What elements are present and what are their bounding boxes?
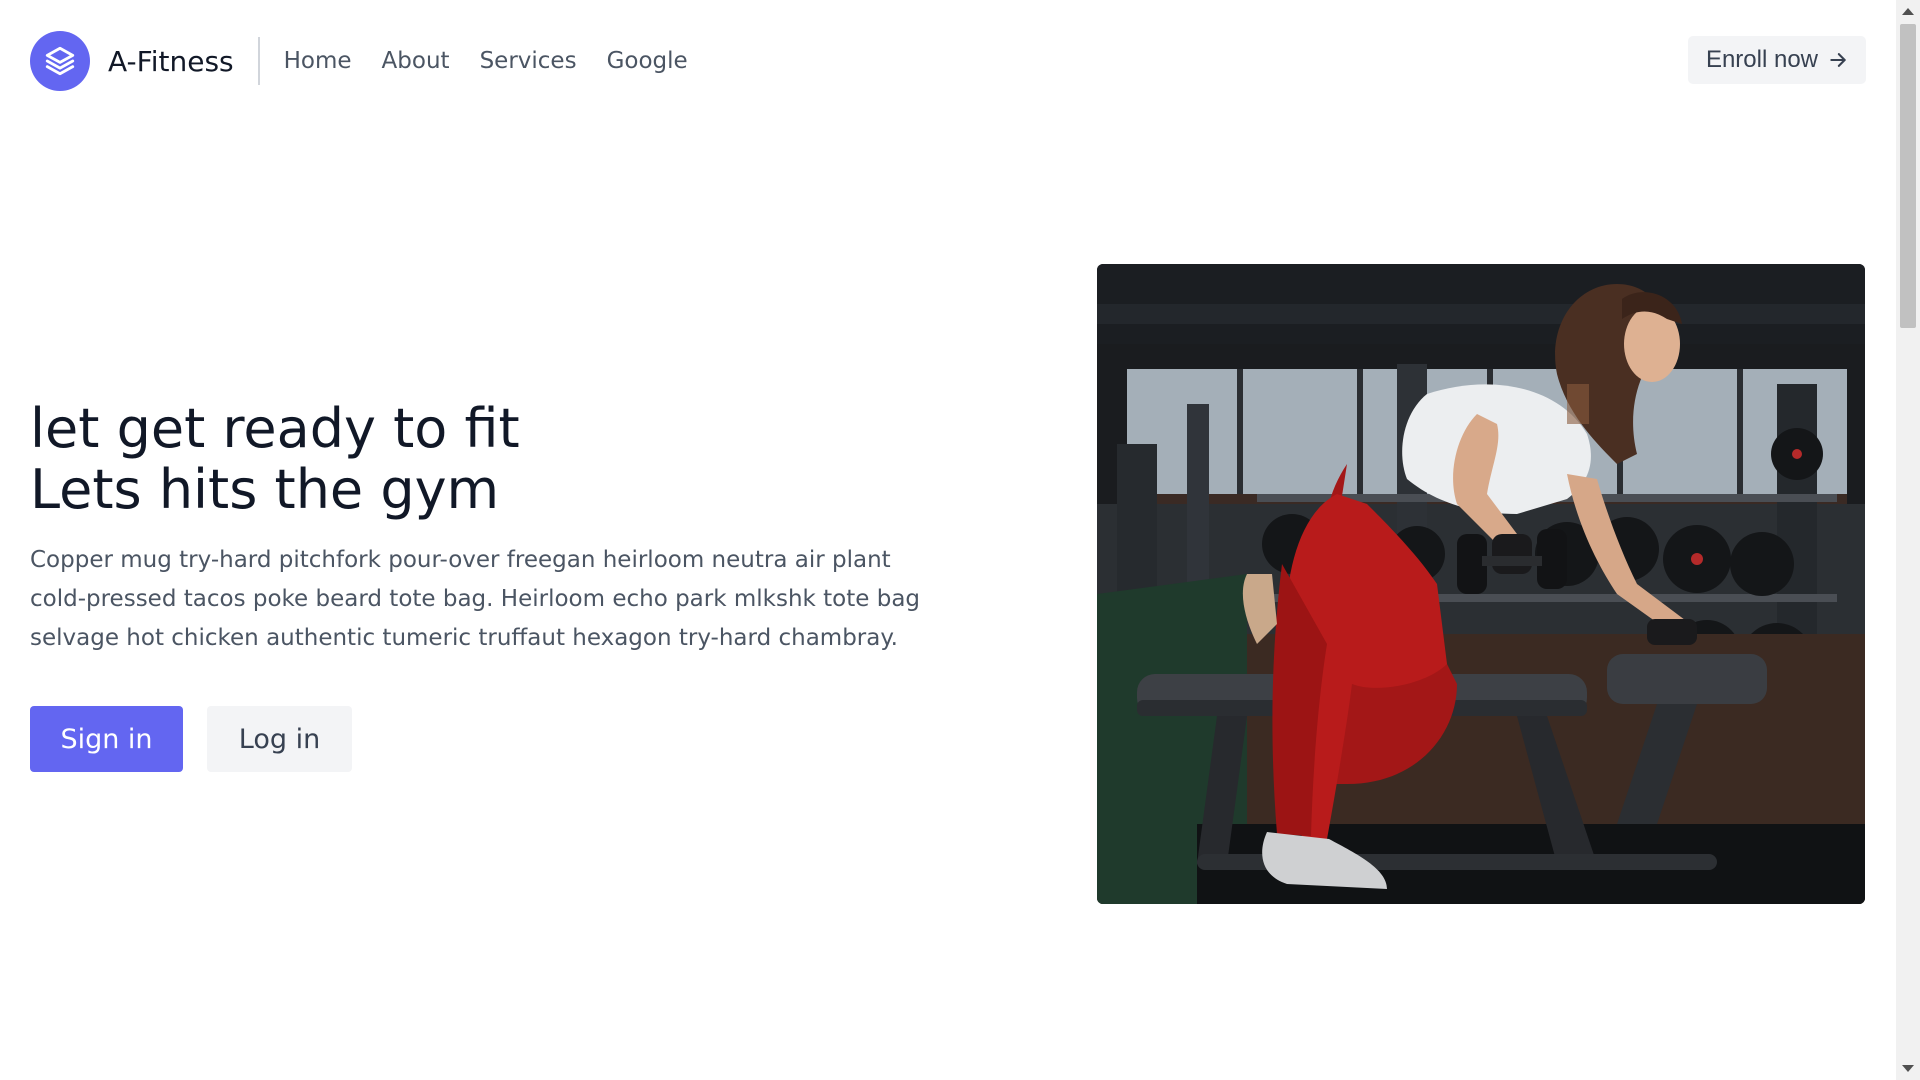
hero-buttons: Sign in Log in <box>30 706 352 772</box>
hero-title: let get ready to fit Lets hits the gym <box>30 398 520 520</box>
arrow-right-icon <box>1828 50 1848 70</box>
hero-description: Copper mug try-hard pitchfork pour-over … <box>30 547 921 651</box>
scroll-down-icon[interactable] <box>1902 1065 1914 1072</box>
hero-title-line-2: Lets hits the gym <box>30 458 500 521</box>
brand-link[interactable]: A-Fitness <box>30 31 234 91</box>
sign-in-button[interactable]: Sign in <box>30 706 183 772</box>
nav-item-about[interactable]: About <box>382 48 450 74</box>
enroll-button-label: Enroll now <box>1705 46 1818 73</box>
scroll-up-icon[interactable] <box>1902 8 1914 15</box>
page: A-Fitness Home About Services Google Enr… <box>0 0 1920 1080</box>
hero-title-line-1: let get ready to fit <box>30 397 520 460</box>
brand-name: A-Fitness <box>108 44 234 78</box>
nav-item-google[interactable]: Google <box>607 48 688 74</box>
gym-photo <box>1097 264 1865 904</box>
main-nav: Home About Services Google <box>284 48 718 74</box>
nav-item-services[interactable]: Services <box>480 48 577 74</box>
vertical-scrollbar[interactable] <box>1896 0 1920 1080</box>
nav-item-home[interactable]: Home <box>284 48 352 74</box>
enroll-button[interactable]: Enroll now <box>1687 36 1866 84</box>
layers-icon <box>30 31 90 91</box>
log-in-button[interactable]: Log in <box>207 706 352 772</box>
scroll-thumb[interactable] <box>1900 24 1916 328</box>
header-divider <box>257 37 260 85</box>
site-header: A-Fitness Home About Services Google Enr… <box>0 0 1896 122</box>
